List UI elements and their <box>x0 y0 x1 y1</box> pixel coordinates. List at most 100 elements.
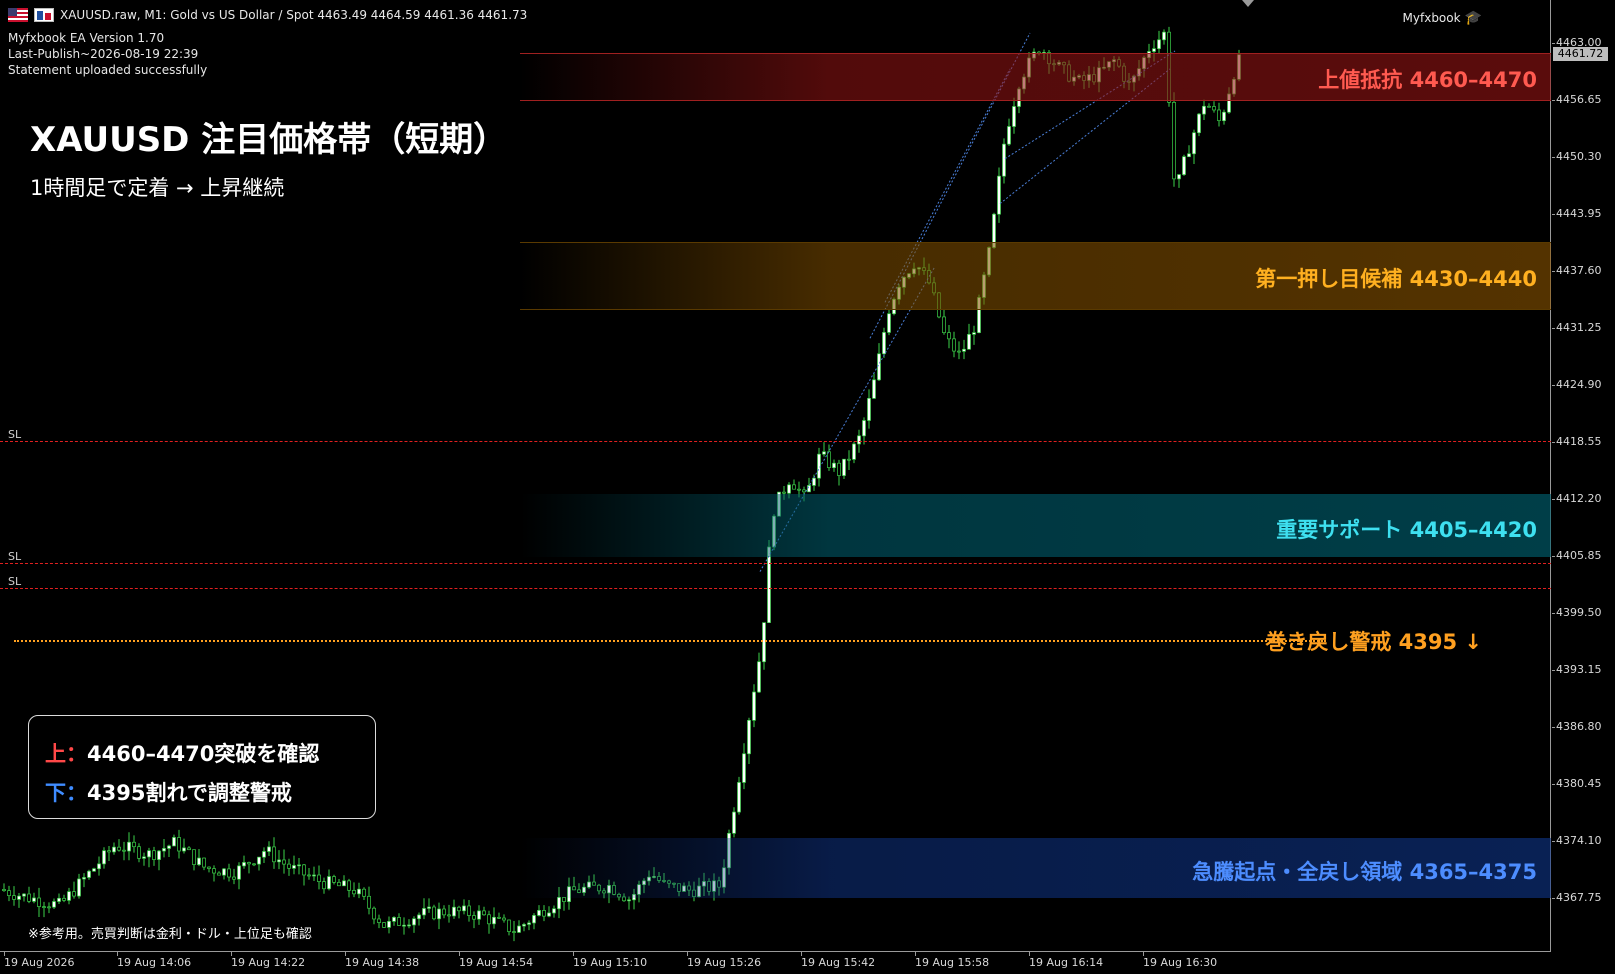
price-tick: 4450.30 <box>1552 150 1602 163</box>
candle <box>752 684 756 728</box>
candle <box>952 331 956 358</box>
candle <box>867 389 871 429</box>
time-tick: 19 Aug 15:58 <box>915 952 990 969</box>
candle <box>182 838 186 854</box>
price-tick: 4443.95 <box>1552 207 1602 220</box>
candle <box>162 839 166 858</box>
ea-info: Myfxbook EA Version 1.70 Last-Publish~20… <box>8 30 207 78</box>
overlay-title: XAUUSD 注目価格帯（短期） <box>30 120 508 160</box>
candle <box>122 841 126 861</box>
candle <box>972 325 976 345</box>
candle <box>507 919 511 936</box>
candle <box>1202 99 1206 120</box>
candle <box>237 862 241 890</box>
price-axis[interactable]: 4463.00 4461.72 4456.65 4450.30 4443.95 … <box>1552 0 1615 974</box>
candle <box>392 916 396 926</box>
candle <box>72 881 76 899</box>
stop-loss-line[interactable] <box>0 563 1551 564</box>
price-tick: 4386.80 <box>1552 720 1602 733</box>
candle <box>367 886 371 915</box>
candle <box>132 835 136 853</box>
candle <box>382 922 386 929</box>
time-tick: 19 Aug 14:06 <box>117 952 192 969</box>
candle <box>52 898 56 910</box>
candle <box>377 914 381 929</box>
candle <box>822 442 826 457</box>
candle <box>212 865 216 882</box>
candle <box>222 867 226 880</box>
candle <box>332 874 336 885</box>
candle <box>997 167 1001 223</box>
candle <box>427 898 431 913</box>
candle <box>82 873 86 888</box>
candle <box>17 893 21 908</box>
candle <box>732 807 736 838</box>
chart-header: XAUUSD.raw, M1: Gold vs US Dollar / Spot… <box>8 8 527 22</box>
price-tick: 4456.65 <box>1552 93 1602 106</box>
candle <box>547 906 551 918</box>
candle <box>457 905 461 919</box>
origin-zone: 急騰起点・全戻し領域 4365–4375 <box>520 838 1551 898</box>
candle <box>467 899 471 922</box>
symbol-info: XAUUSD.raw, M1: Gold vs US Dollar / Spot… <box>60 8 528 22</box>
time-tick: 19 Aug 15:26 <box>687 952 762 969</box>
chart-area[interactable]: XAUUSD.raw, M1: Gold vs US Dollar / Spot… <box>0 0 1551 952</box>
support-zone: 重要サポート 4405–4420 <box>520 494 1551 557</box>
candle <box>492 907 496 929</box>
terminal-icon[interactable] <box>34 8 54 22</box>
candle <box>477 905 481 925</box>
candle <box>322 877 326 894</box>
candle <box>447 904 451 923</box>
candle <box>962 339 966 360</box>
candle <box>102 847 106 869</box>
price-tick: 4405.85 <box>1552 549 1602 562</box>
candle <box>852 441 856 464</box>
stop-loss-line[interactable] <box>0 588 1551 589</box>
candle <box>297 857 301 875</box>
sl-label: SL <box>8 428 22 441</box>
candle <box>537 905 541 917</box>
price-tick: 4418.55 <box>1552 435 1602 448</box>
candle <box>267 841 271 857</box>
current-price-label: 4461.72 <box>1553 47 1608 61</box>
candle <box>337 878 341 887</box>
candle <box>192 849 196 871</box>
origin-zone-label: 急騰起点・全戻し領域 4365–4375 <box>1192 860 1537 884</box>
candle <box>277 850 281 870</box>
warning-label: 巻き戻し警戒 4395 ↓ <box>1265 630 1482 654</box>
candle <box>142 852 146 866</box>
candle <box>177 829 181 859</box>
candle <box>437 902 441 930</box>
candle <box>1197 113 1201 137</box>
graduation-cap-icon: 🎓 <box>1464 10 1482 26</box>
candle <box>107 845 111 861</box>
candle <box>957 341 961 360</box>
candle <box>257 856 261 871</box>
candle <box>127 832 131 861</box>
time-tick: 19 Aug 14:54 <box>459 952 534 969</box>
candle <box>262 847 266 863</box>
candle <box>842 458 846 479</box>
candle <box>197 848 201 867</box>
chart-shift-marker[interactable] <box>1242 0 1254 7</box>
time-axis[interactable]: 19 Aug 2026 19 Aug 14:06 19 Aug 14:22 19… <box>0 952 1551 974</box>
candle <box>522 922 526 932</box>
stop-loss-line[interactable] <box>0 441 1551 442</box>
support-zone-label: 重要サポート 4405–4420 <box>1276 518 1537 542</box>
candle <box>287 858 291 876</box>
candle <box>2 883 6 892</box>
candle <box>357 882 361 899</box>
candle <box>432 904 436 921</box>
candle <box>517 920 521 933</box>
candle <box>1182 154 1186 176</box>
us-flag-icon <box>8 8 28 22</box>
candle <box>737 776 741 815</box>
candle <box>252 863 256 867</box>
candle <box>482 906 486 916</box>
scenario-box: 上：4460–4470突破を確認 下：4395割れで調整警戒 <box>28 715 376 819</box>
candle <box>307 867 311 880</box>
candle <box>167 844 171 857</box>
candle <box>42 901 46 918</box>
candle <box>172 834 176 847</box>
candle <box>1222 109 1226 125</box>
